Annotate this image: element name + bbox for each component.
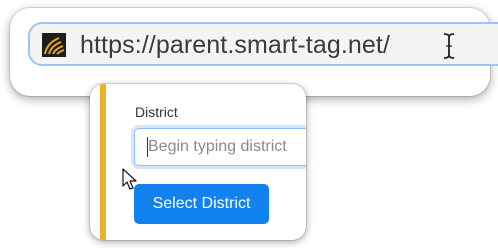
- url-text[interactable]: https://parent.smart-tag.net/: [80, 31, 390, 60]
- district-label: District: [135, 104, 178, 120]
- accent-bar: [100, 84, 106, 240]
- address-bar-callout: https://parent.smart-tag.net/: [10, 8, 498, 96]
- site-logo-icon: [42, 33, 66, 57]
- zoomed-screenshot: https://parent.smart-tag.net/ District S…: [0, 0, 498, 248]
- wifi-arcs-icon: [42, 33, 66, 57]
- district-form-callout: District Select District: [90, 84, 306, 240]
- text-ibeam-cursor-icon: [443, 33, 455, 59]
- mouse-arrow-cursor-icon: [122, 168, 137, 190]
- address-bar[interactable]: https://parent.smart-tag.net/: [28, 22, 498, 66]
- district-search-input[interactable]: [134, 128, 306, 166]
- select-district-button[interactable]: Select District: [134, 184, 269, 224]
- text-caret: [147, 137, 148, 157]
